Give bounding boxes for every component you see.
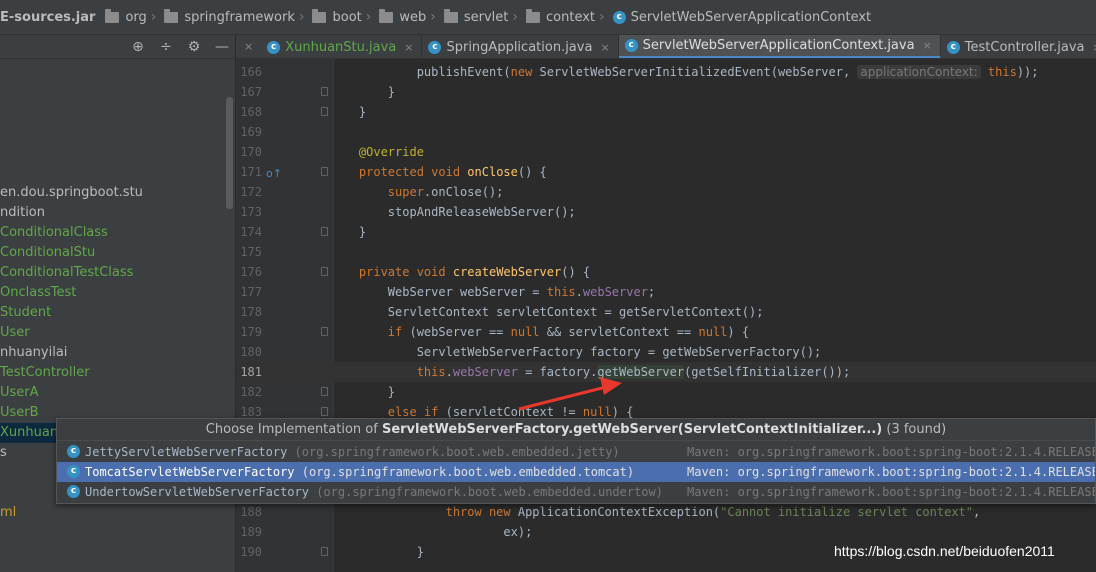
close-icon[interactable]: × bbox=[236, 35, 261, 58]
breadcrumb: E-sources.jar org › springframework › boot… bbox=[0, 0, 1096, 35]
chevron-right-icon: › bbox=[150, 9, 157, 25]
breadcrumb-servlet[interactable]: servlet › bbox=[443, 0, 526, 34]
chevron-right-icon: › bbox=[599, 9, 605, 25]
tree-item[interactable]: en.dou.springboot.stu bbox=[0, 183, 143, 203]
tree-item[interactable]: ConditionalTestClass bbox=[0, 263, 133, 283]
tree-item[interactable]: s bbox=[0, 443, 7, 463]
popup-title: Choose Implementation of ServletWebServe… bbox=[57, 419, 1095, 441]
tab-0[interactable]: c XunhuanStu.java × bbox=[261, 35, 423, 58]
implementation-name: UndertowServletWebServerFactory (org.spr… bbox=[85, 482, 663, 502]
tree-item[interactable]: TestController bbox=[0, 363, 90, 383]
locate-icon[interactable]: ⊕ bbox=[130, 39, 146, 55]
breadcrumb-web[interactable]: web › bbox=[379, 0, 444, 34]
tab-label: TestController.java bbox=[964, 39, 1085, 55]
close-icon[interactable]: × bbox=[923, 39, 932, 52]
scrollbar[interactable] bbox=[226, 97, 233, 209]
tree-item[interactable]: ConditionalClass bbox=[0, 223, 108, 243]
editor-tabs: × c XunhuanStu.java × c SpringApplication.ja… bbox=[236, 35, 1096, 59]
arrow-shaft bbox=[518, 385, 607, 411]
folder-icon bbox=[443, 8, 458, 23]
folder-icon bbox=[164, 8, 179, 23]
choose-implementation-popup: Choose Implementation of ServletWebServe… bbox=[56, 418, 1096, 504]
class-icon: c bbox=[267, 40, 281, 54]
class-icon: c bbox=[946, 40, 960, 54]
close-icon[interactable]: × bbox=[1093, 41, 1096, 54]
tree-item[interactable]: UserA bbox=[0, 383, 39, 403]
breadcrumb-boot[interactable]: boot › bbox=[312, 0, 379, 34]
breadcrumb-context[interactable]: context › bbox=[526, 0, 613, 34]
implementation-name: TomcatServletWebServerFactory (org.sprin… bbox=[85, 462, 634, 482]
impl-class-name: JettyServletWebServerFactory bbox=[85, 445, 288, 459]
tree-item[interactable]: ml bbox=[0, 503, 16, 523]
tab-label: ServletWebServerApplicationContext.java bbox=[642, 38, 915, 53]
impl-maven-source: Maven: org.springframework.boot:spring-b… bbox=[687, 485, 1095, 499]
class-icon: c bbox=[428, 40, 442, 54]
folder-icon bbox=[379, 8, 394, 23]
tree-item[interactable]: nhuanyilai bbox=[0, 343, 67, 363]
tree-item[interactable]: UserB bbox=[0, 403, 39, 423]
folder-icon bbox=[105, 8, 120, 23]
class-icon: c bbox=[67, 445, 80, 458]
impl-class-name: TomcatServletWebServerFactory bbox=[85, 465, 295, 479]
arrow-head bbox=[600, 377, 622, 395]
impl-package: (org.springframework.boot.web.embedded.u… bbox=[316, 485, 663, 499]
chevron-right-icon: › bbox=[298, 9, 305, 25]
breadcrumb-jar[interactable]: E-sources.jar bbox=[0, 0, 95, 34]
class-icon: c bbox=[67, 465, 80, 478]
breadcrumb-class[interactable]: c ServletWebServerApplicationContext bbox=[612, 0, 871, 34]
impl-class-name: UndertowServletWebServerFactory bbox=[85, 485, 309, 499]
tab-2[interactable]: c ServletWebServerApplicationContext.java… bbox=[618, 35, 941, 58]
tab-3[interactable]: c TestController.java × bbox=[941, 35, 1096, 58]
class-icon: c bbox=[624, 39, 638, 52]
implementation-item[interactable]: c UndertowServletWebServerFactory (org.sp… bbox=[57, 482, 1095, 502]
gear-icon[interactable]: ⚙ bbox=[186, 39, 202, 55]
folder-icon bbox=[526, 8, 540, 23]
watermark: https://blog.csdn.net/beiduofen2011 bbox=[834, 543, 1055, 559]
impl-package: (org.springframework.boot.web.embedded.t… bbox=[301, 465, 635, 479]
tree-item[interactable]: OnclassTest bbox=[0, 283, 76, 303]
chevron-right-icon: › bbox=[430, 9, 436, 25]
class-icon: c bbox=[67, 485, 80, 498]
close-icon[interactable]: × bbox=[600, 41, 609, 54]
tree-item[interactable]: User bbox=[0, 323, 30, 343]
breadcrumb-springframework[interactable]: springframework › bbox=[164, 0, 312, 34]
tree-item[interactable]: ConditionalStu bbox=[0, 243, 95, 263]
hide-icon[interactable]: — bbox=[214, 39, 230, 55]
folder-icon bbox=[312, 8, 327, 23]
impl-package: (org.springframework.boot.web.embedded.j… bbox=[294, 445, 620, 459]
chevron-right-icon: › bbox=[365, 9, 372, 25]
tab-label: XunhuanStu.java bbox=[285, 39, 397, 55]
implementation-item[interactable]: c TomcatServletWebServerFactory (org.spri… bbox=[57, 462, 1095, 482]
class-icon: c bbox=[612, 10, 626, 24]
tab-label: SpringApplication.java bbox=[446, 39, 593, 55]
tree-item[interactable]: Student bbox=[0, 303, 51, 323]
implementation-name: JettyServletWebServerFactory (org.spring… bbox=[85, 442, 620, 462]
tab-1[interactable]: c SpringApplication.java × bbox=[422, 35, 619, 58]
chevron-right-icon: › bbox=[512, 9, 518, 25]
implementation-item[interactable]: c JettyServletWebServerFactory (org.sprin… bbox=[57, 442, 1095, 462]
impl-maven-source: Maven: org.springframework.boot:spring-b… bbox=[687, 465, 1095, 479]
close-icon[interactable]: × bbox=[404, 41, 413, 54]
breadcrumb-org[interactable]: org › bbox=[105, 0, 164, 34]
collapse-all-icon[interactable]: ÷ bbox=[158, 39, 174, 55]
impl-maven-source: Maven: org.springframework.boot:spring-b… bbox=[687, 445, 1095, 459]
tree-item[interactable]: ndition bbox=[0, 203, 45, 223]
panel-toolbar: ⊕ ÷ ⚙ — bbox=[0, 35, 235, 59]
